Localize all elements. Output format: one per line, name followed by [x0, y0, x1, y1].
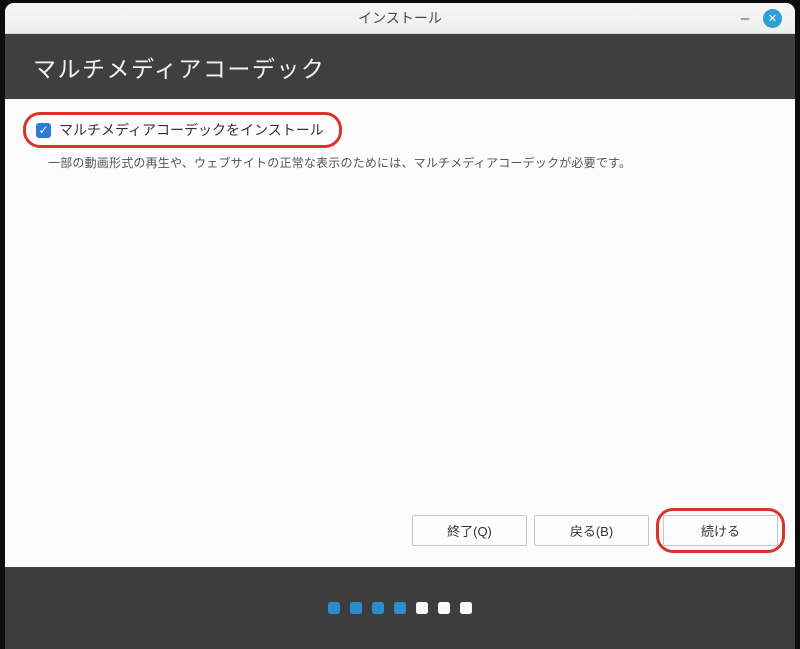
content-area: ✓ マルチメディアコーデックをインストール 一部の動画形式の再生や、ウェブサイト…: [5, 99, 795, 567]
close-icon[interactable]: ✕: [763, 9, 782, 28]
progress-dot: [372, 602, 384, 614]
progress-dot: [460, 602, 472, 614]
install-codecs-checkbox[interactable]: ✓: [36, 123, 51, 138]
progress-dot: [394, 602, 406, 614]
progress-dot: [350, 602, 362, 614]
page-header: マルチメディアコーデック: [5, 34, 795, 99]
window-title: インストール: [5, 8, 795, 28]
progress-dot: [328, 602, 340, 614]
codecs-description: 一部の動画形式の再生や、ウェブサイトの正常な表示のためには、マルチメディアコーデ…: [48, 154, 795, 171]
minimize-icon[interactable]: –: [738, 11, 752, 26]
continue-button[interactable]: 続ける: [663, 515, 778, 546]
progress-dots: [328, 602, 472, 614]
window-controls: – ✕: [738, 9, 795, 28]
button-row: 終了(Q) 戻る(B) 続ける: [412, 508, 785, 553]
install-codecs-label[interactable]: マルチメディアコーデックをインストール: [59, 120, 324, 140]
installer-window: インストール – ✕ マルチメディアコーデック ✓ マルチメディアコーデックをイ…: [5, 3, 795, 649]
page-title: マルチメディアコーデック: [33, 50, 325, 84]
back-button[interactable]: 戻る(B): [534, 515, 649, 546]
titlebar: インストール – ✕: [5, 3, 795, 34]
checkbox-highlight-annotation: ✓ マルチメディアコーデックをインストール: [23, 112, 342, 148]
progress-dot: [416, 602, 428, 614]
footer: [5, 567, 795, 649]
quit-button[interactable]: 終了(Q): [412, 515, 527, 546]
progress-dot: [438, 602, 450, 614]
continue-highlight-annotation: 続ける: [656, 508, 785, 553]
